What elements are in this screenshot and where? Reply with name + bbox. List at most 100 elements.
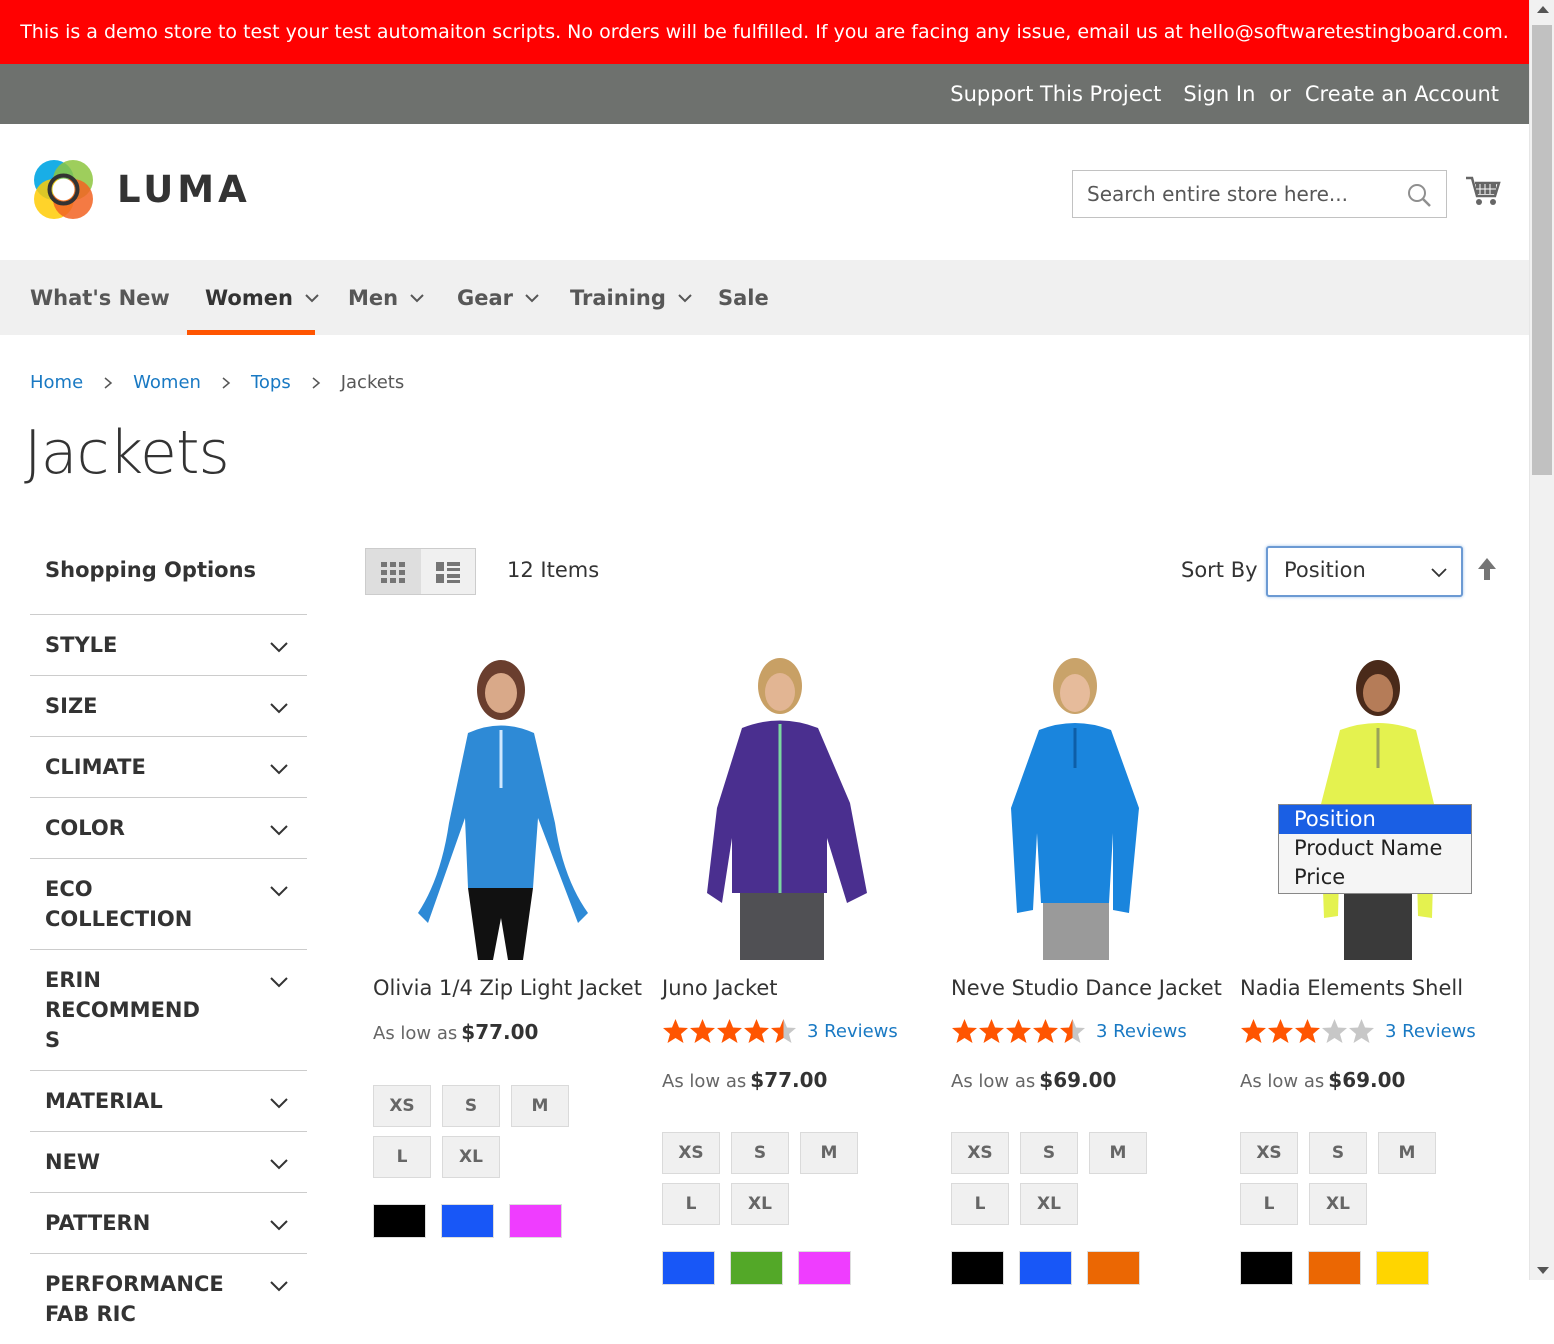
view-mode-switcher	[365, 548, 476, 595]
size-swatch[interactable]: XS	[951, 1132, 1009, 1174]
rating-stars	[951, 1018, 1086, 1044]
shopping-options-title: Shopping Options	[45, 558, 257, 582]
size-options: XS S M L XL	[951, 1132, 1161, 1234]
product-name[interactable]: Neve Studio Dance Jacket	[951, 976, 1222, 1000]
search-input[interactable]	[1073, 171, 1393, 217]
size-swatch[interactable]: XL	[442, 1136, 500, 1178]
filter-style[interactable]: STYLE	[30, 614, 307, 675]
product-name[interactable]: Nadia Elements Shell	[1240, 976, 1463, 1000]
filter-title: PATTERN	[45, 1211, 151, 1235]
nav-label: Sale	[718, 285, 769, 310]
color-swatch[interactable]	[373, 1204, 426, 1238]
price-label: As low as	[373, 1023, 458, 1044]
chevron-down-icon	[270, 703, 288, 714]
filter-options: STYLE SIZE CLIMATE COLOR ECO COLLECTION …	[30, 614, 307, 1344]
chevron-right-icon	[104, 376, 113, 389]
size-swatch[interactable]: S	[1020, 1132, 1078, 1174]
sort-option-price[interactable]: Price	[1279, 863, 1471, 892]
price-value: $69.00	[1328, 1068, 1406, 1092]
product-image[interactable]	[662, 648, 922, 960]
size-swatch[interactable]: XS	[1240, 1132, 1298, 1174]
breadcrumb-home[interactable]: Home	[30, 372, 83, 393]
nav-gear[interactable]: Gear	[457, 260, 541, 335]
filter-color[interactable]: COLOR	[30, 797, 307, 858]
size-swatch[interactable]: L	[662, 1183, 720, 1225]
nav-women[interactable]: Women	[205, 260, 321, 335]
reviews-link[interactable]: 3 Reviews	[1385, 1021, 1476, 1042]
size-swatch[interactable]: S	[1309, 1132, 1367, 1174]
chevron-down-icon	[305, 293, 319, 302]
product-image[interactable]	[373, 648, 633, 960]
reviews-link[interactable]: 3 Reviews	[807, 1021, 898, 1042]
nav-whats-new[interactable]: What's New	[30, 260, 170, 335]
grid-view-button[interactable]	[366, 549, 421, 594]
filter-title: SIZE	[45, 694, 98, 718]
page-scrollbar[interactable]	[1529, 0, 1554, 1280]
chevron-right-icon	[222, 376, 231, 389]
size-swatch[interactable]: XS	[373, 1085, 431, 1127]
search-icon[interactable]	[1406, 182, 1432, 208]
sort-option-product-name[interactable]: Product Name	[1279, 834, 1471, 863]
scroll-down-arrow-icon[interactable]	[1537, 1267, 1549, 1274]
size-swatch[interactable]: L	[951, 1183, 1009, 1225]
size-swatch[interactable]: M	[511, 1085, 569, 1127]
header-links: Support This Project Sign In or Create a…	[950, 64, 1499, 124]
sort-by-select[interactable]: Position	[1266, 546, 1463, 597]
size-swatch[interactable]: XL	[1309, 1183, 1367, 1225]
shopping-cart-icon[interactable]	[1464, 172, 1502, 210]
size-swatch[interactable]: M	[1089, 1132, 1147, 1174]
filter-eco-collection[interactable]: ECO COLLECTION	[30, 858, 307, 949]
filter-title: PERFORMANCE FAB RIC	[45, 1272, 224, 1326]
size-swatch[interactable]: XS	[662, 1132, 720, 1174]
size-swatch[interactable]: XL	[731, 1183, 789, 1225]
size-swatch[interactable]: L	[1240, 1183, 1298, 1225]
star-icon	[717, 1019, 742, 1043]
reviews-link[interactable]: 3 Reviews	[1096, 1021, 1187, 1042]
star-icon	[1241, 1019, 1266, 1043]
color-swatch[interactable]	[509, 1204, 562, 1238]
filter-erin-recommends[interactable]: ERIN RECOMMEND S	[30, 949, 307, 1070]
size-swatch[interactable]: M	[1378, 1132, 1436, 1174]
price-value: $77.00	[461, 1020, 539, 1044]
support-project-link[interactable]: Support This Project	[950, 82, 1161, 106]
scroll-up-arrow-icon[interactable]	[1537, 6, 1549, 13]
filter-title: CLIMATE	[45, 755, 146, 779]
sign-in-link[interactable]: Sign In	[1183, 82, 1255, 106]
nav-sale[interactable]: Sale	[718, 260, 769, 335]
create-account-link[interactable]: Create an Account	[1305, 82, 1499, 106]
price-box: As low as $69.00	[1240, 1068, 1405, 1092]
product-image[interactable]	[951, 648, 1211, 960]
luma-logo-text: LUMA	[117, 168, 251, 211]
luma-logo[interactable]: LUMA	[30, 156, 251, 223]
filter-title: ECO COLLECTION	[45, 877, 193, 931]
size-swatch[interactable]: S	[731, 1132, 789, 1174]
sort-direction-arrow-icon[interactable]	[1476, 556, 1498, 582]
filter-performance-fabric[interactable]: PERFORMANCE FAB RIC	[30, 1253, 307, 1344]
color-swatch[interactable]	[441, 1204, 494, 1238]
product-name[interactable]: Juno Jacket	[662, 976, 778, 1000]
filter-size[interactable]: SIZE	[30, 675, 307, 736]
chevron-down-icon	[1431, 568, 1447, 578]
price-value: $69.00	[1039, 1068, 1117, 1092]
sort-option-position[interactable]: Position	[1279, 805, 1471, 834]
nav-label: Women	[205, 285, 293, 310]
nav-men[interactable]: Men	[348, 260, 426, 335]
chevron-down-icon	[270, 764, 288, 775]
size-options: XS S M L XL	[662, 1132, 872, 1234]
list-view-button[interactable]	[420, 549, 475, 594]
filter-new[interactable]: NEW	[30, 1131, 307, 1192]
size-swatch[interactable]: L	[373, 1136, 431, 1178]
breadcrumb-tops[interactable]: Tops	[251, 372, 291, 393]
size-swatch[interactable]: M	[800, 1132, 858, 1174]
nav-training[interactable]: Training	[570, 260, 694, 335]
filter-pattern[interactable]: PATTERN	[30, 1192, 307, 1253]
size-swatch[interactable]: S	[442, 1085, 500, 1127]
breadcrumb-women[interactable]: Women	[133, 372, 201, 393]
product-item: Juno Jacket 3 Reviews As low as $77.00 XS…	[662, 648, 922, 1285]
product-name[interactable]: Olivia 1/4 Zip Light Jacket	[373, 976, 642, 1000]
filter-climate[interactable]: CLIMATE	[30, 736, 307, 797]
filter-material[interactable]: MATERIAL	[30, 1070, 307, 1131]
scrollbar-thumb[interactable]	[1532, 25, 1552, 475]
size-swatch[interactable]: XL	[1020, 1183, 1078, 1225]
chevron-down-icon	[678, 293, 692, 302]
